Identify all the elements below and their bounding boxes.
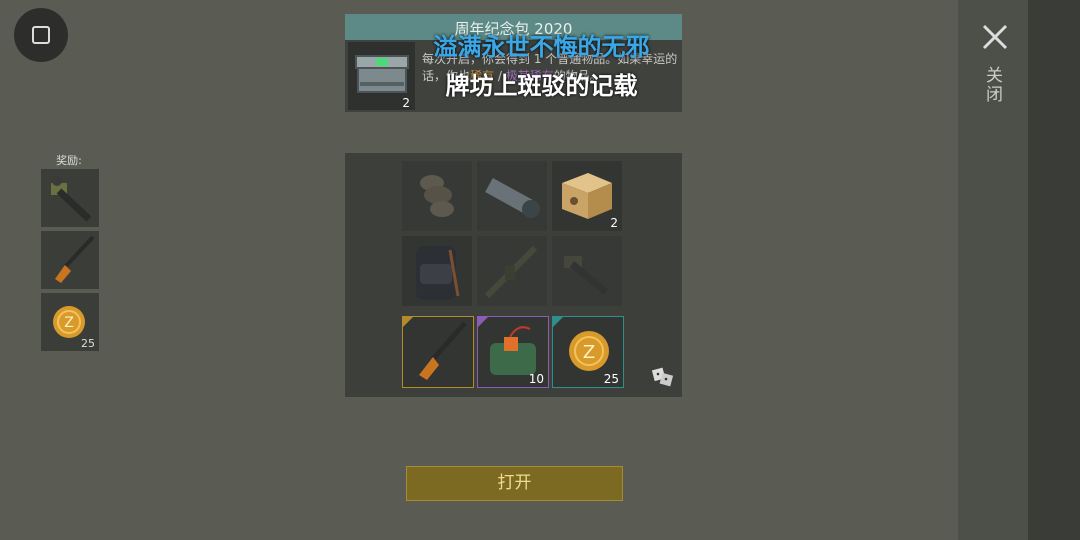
reward-item[interactable] xyxy=(41,169,99,227)
open-button[interactable]: 打开 xyxy=(406,466,623,501)
rifle-icon xyxy=(419,321,467,380)
rarity-corner xyxy=(403,317,413,327)
overlay-caption-1: 溢满永世不悔的无邪 xyxy=(433,33,650,61)
reward-item[interactable] xyxy=(41,231,99,289)
grid-slot[interactable]: 2 xyxy=(552,161,622,231)
grid-slot[interactable] xyxy=(402,316,474,388)
scope-icon xyxy=(485,177,540,218)
side-strip xyxy=(1028,0,1080,540)
launcher-icon xyxy=(564,256,609,295)
grid-slot[interactable] xyxy=(402,236,472,306)
svg-text:Z: Z xyxy=(64,315,74,331)
grid-slot[interactable] xyxy=(477,161,547,231)
reward-item[interactable]: Z 25 xyxy=(41,293,99,351)
grid-slot[interactable]: Z 25 xyxy=(552,316,624,388)
menu-button[interactable] xyxy=(14,8,68,62)
overlay-caption-2: 牌坊上斑驳的记载 xyxy=(445,72,638,100)
rarity-corner xyxy=(553,317,563,327)
reward-count: 25 xyxy=(81,337,95,350)
dice-icon xyxy=(652,367,674,387)
slot-count: 2 xyxy=(610,216,618,230)
grid-slot[interactable] xyxy=(402,161,472,231)
close-x-icon xyxy=(982,24,1008,50)
spring-parts-icon xyxy=(420,175,454,217)
launcher-icon xyxy=(51,176,92,222)
slot-count: 10 xyxy=(528,372,544,386)
slot-count: 25 xyxy=(603,372,619,386)
dice-button[interactable] xyxy=(652,365,674,387)
rewards-label: 奖励: xyxy=(56,154,82,167)
assault-rifle-icon xyxy=(484,245,538,299)
svg-text:Z: Z xyxy=(583,342,595,363)
close-label[interactable]: 关闭 xyxy=(982,66,1005,104)
square-menu-icon xyxy=(32,26,50,44)
rifle-icon xyxy=(55,235,95,283)
grid-slot[interactable]: 10 xyxy=(477,316,549,388)
close-button[interactable] xyxy=(978,20,1012,54)
grid-slot[interactable] xyxy=(552,236,622,306)
grid-slot[interactable] xyxy=(477,236,547,306)
rarity-corner xyxy=(478,317,488,327)
backpack-icon xyxy=(416,246,460,300)
loot-grid: 2 10 Z 25 xyxy=(345,153,682,397)
